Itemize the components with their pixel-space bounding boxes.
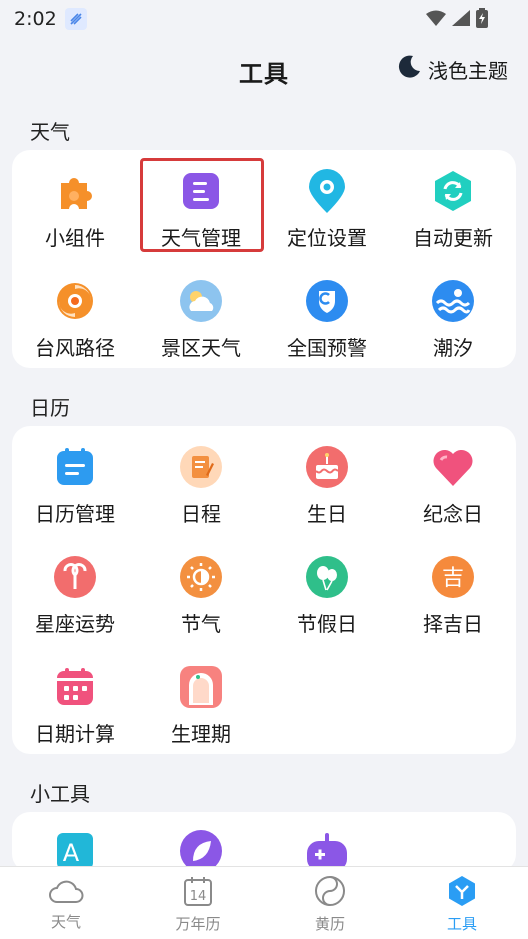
tool-label: 景区天气 — [161, 336, 241, 360]
tool-label: 生日 — [307, 502, 347, 526]
section-title-mini-tools: 小工具 — [30, 782, 90, 806]
tool-label: 小组件 — [45, 226, 105, 250]
location-pin-icon — [304, 168, 350, 214]
balloon-icon — [304, 554, 350, 600]
calendar-manage-icon — [52, 444, 98, 490]
tool-auto-update[interactable]: 自动更新 — [390, 150, 516, 260]
status-bar: 2:02 — [0, 0, 528, 38]
tab-label: 工具 — [446, 915, 477, 933]
tool-horoscope[interactable]: 星座运势 — [12, 536, 138, 646]
weather-tools-card: 小组件 天气管理 定位设置 自动更新 台风路径 景区天气 全国预警 潮汐 — [12, 150, 516, 368]
tool-anniversary[interactable]: 纪念日 — [390, 426, 516, 536]
theme-toggle-button[interactable]: 浅色主题 — [396, 54, 508, 85]
tool-scenic-weather[interactable]: 景区天气 — [138, 260, 264, 370]
tool-holidays[interactable]: 节假日 — [264, 536, 390, 646]
puzzle-icon — [52, 168, 98, 214]
battery-icon — [476, 8, 488, 32]
tool-calendar-manage[interactable]: 日历管理 — [12, 426, 138, 536]
typhoon-icon — [52, 278, 98, 324]
tab-label: 黄历 — [314, 915, 345, 933]
status-time: 2:02 — [14, 8, 57, 30]
tool-label: 日历管理 — [35, 502, 115, 526]
tool-weather-manage[interactable]: 天气管理 — [138, 150, 264, 260]
header: 工具 浅色主题 — [0, 40, 528, 102]
tool-widget[interactable]: 小组件 — [12, 150, 138, 260]
tool-label: 日程 — [181, 502, 221, 526]
tool-date-calc[interactable]: 日期计算 — [12, 646, 138, 756]
tool-schedule[interactable]: 日程 — [138, 426, 264, 536]
bottom-tab-bar: 天气 14 万年历 黄历 工具 — [0, 866, 528, 939]
tab-label: 万年历 — [175, 915, 221, 933]
tool-period[interactable]: 生理期 — [138, 646, 264, 756]
tool-location-settings[interactable]: 定位设置 — [264, 150, 390, 260]
tool-solar-term[interactable]: 节气 — [138, 536, 264, 646]
tool-game[interactable] — [264, 812, 390, 872]
tool-national-warning[interactable]: 全国预警 — [264, 260, 390, 370]
tool-label: 纪念日 — [423, 502, 483, 526]
theme-label: 浅色主题 — [428, 59, 508, 83]
lucky-day-icon: 吉 — [430, 554, 476, 600]
tab-weather[interactable]: 天气 — [0, 867, 132, 939]
period-icon — [178, 664, 224, 710]
calendar-tools-card: 日历管理 日程 生日 纪念日 星座运势 节气 节假日 吉 择吉日 日期计算 生理… — [12, 426, 516, 754]
tool-label: 台风路径 — [35, 336, 115, 360]
heart-icon — [430, 444, 476, 490]
aries-icon — [52, 554, 98, 600]
calendar-badge: 14 — [190, 889, 207, 904]
tool-lucky-day[interactable]: 吉 择吉日 — [390, 536, 516, 646]
tool-leaf[interactable] — [138, 812, 264, 872]
tab-label: 天气 — [50, 913, 81, 931]
solar-term-icon — [178, 554, 224, 600]
mini-tools-card: A — [12, 812, 516, 872]
tool-label: 日期计算 — [35, 722, 115, 746]
tool-label: 择吉日 — [423, 612, 483, 636]
tool-birthday[interactable]: 生日 — [264, 426, 390, 536]
warning-shield-icon — [304, 278, 350, 324]
tool-label: 全国预警 — [287, 336, 367, 360]
tool-label: 自动更新 — [413, 226, 493, 250]
tool-label: 天气管理 — [161, 226, 241, 250]
yin-yang-icon — [314, 875, 346, 911]
tab-almanac[interactable]: 黄历 — [264, 867, 396, 939]
tide-icon — [430, 278, 476, 324]
tab-perpetual-calendar[interactable]: 14 万年历 — [132, 867, 264, 939]
tool-font[interactable]: A — [12, 812, 138, 872]
svg-text:A: A — [63, 839, 80, 867]
tool-label: 定位设置 — [287, 226, 367, 250]
moon-icon — [396, 54, 422, 85]
signal-icon — [452, 10, 470, 30]
birthday-cake-icon — [304, 444, 350, 490]
section-title-calendar: 日历 — [30, 396, 70, 420]
svg-text:吉: 吉 — [442, 566, 464, 591]
schedule-icon — [178, 444, 224, 490]
tab-tools[interactable]: 工具 — [396, 867, 528, 939]
wifi-icon — [426, 10, 446, 30]
refresh-icon — [430, 168, 476, 214]
app-notification-icon — [64, 8, 87, 30]
cloud-icon — [48, 875, 84, 909]
tools-icon — [446, 875, 478, 911]
scenic-weather-icon — [178, 278, 224, 324]
tool-label: 节气 — [181, 612, 221, 636]
tool-label: 星座运势 — [35, 612, 115, 636]
tool-label: 潮汐 — [433, 336, 473, 360]
tool-typhoon-path[interactable]: 台风路径 — [12, 260, 138, 370]
date-calc-icon — [52, 664, 98, 710]
tool-label: 生理期 — [171, 722, 231, 746]
weather-manage-icon — [178, 168, 224, 214]
tool-label: 节假日 — [297, 612, 357, 636]
calendar-14-icon: 14 — [182, 875, 214, 911]
tool-tide[interactable]: 潮汐 — [390, 260, 516, 370]
section-title-weather: 天气 — [30, 120, 70, 144]
